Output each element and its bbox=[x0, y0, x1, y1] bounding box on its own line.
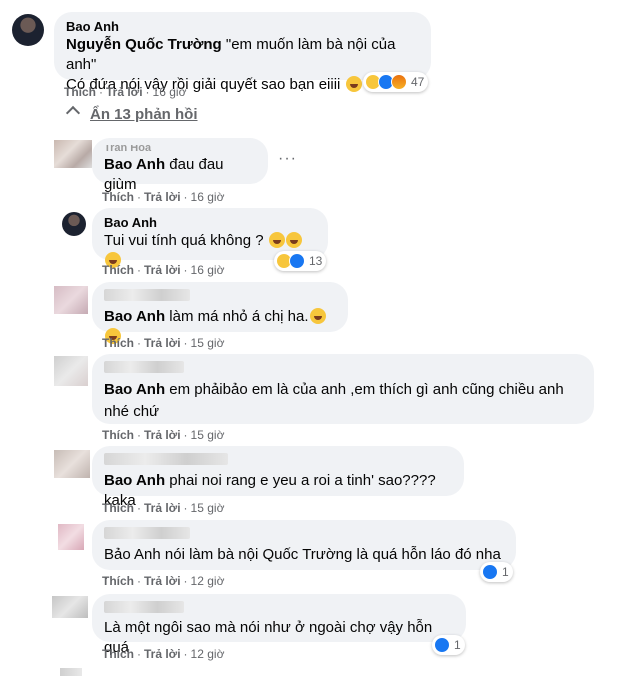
comment-actions: Thích · Trả lời · 15 giờ bbox=[102, 428, 225, 442]
chevron-up-icon bbox=[65, 105, 81, 121]
reaction-summary[interactable]: 13 bbox=[274, 251, 327, 271]
reply-button[interactable]: Trả lời bbox=[144, 336, 181, 350]
comment-bubble: Trần Hoà Bao Anh đau đau giùm bbox=[92, 138, 268, 193]
comment-author[interactable] bbox=[104, 527, 190, 539]
mention-link[interactable]: Bao Anh bbox=[104, 472, 165, 489]
comment-actions: Thích · Trả lời · 16 giờ bbox=[102, 190, 225, 204]
avatar[interactable] bbox=[54, 286, 88, 314]
reaction-summary[interactable]: 1 bbox=[480, 562, 513, 582]
grin-emoji-icon bbox=[268, 232, 285, 248]
rofl-emoji-icon bbox=[345, 76, 362, 92]
comment-actions: Thích · Trả lời · 12 giờ bbox=[102, 647, 225, 661]
comment-author[interactable] bbox=[104, 361, 184, 373]
reply-button[interactable]: Trả lời bbox=[144, 647, 181, 661]
comment-bubble: Bảo Anh nói làm bà nội Quốc Trường là qu… bbox=[92, 520, 516, 583]
reply-button[interactable]: Trả lời bbox=[144, 263, 181, 277]
timestamp[interactable]: 15 giờ bbox=[191, 501, 225, 515]
like-button[interactable]: Thích bbox=[102, 574, 134, 588]
comment-text: Bao Anh em phảibảo em là của anh ,em thí… bbox=[104, 381, 564, 420]
reaction-count: 13 bbox=[309, 254, 323, 268]
comment-actions: Thích · Trả lời · 12 giờ bbox=[102, 574, 225, 588]
reaction-summary[interactable]: 47 bbox=[363, 72, 429, 92]
hide-replies-button[interactable]: Ẩn 13 phản hồi bbox=[65, 105, 198, 123]
mention-link[interactable]: Bao Anh bbox=[104, 156, 165, 173]
avatar[interactable] bbox=[52, 596, 88, 618]
like-button[interactable]: Thích bbox=[102, 428, 134, 442]
reply-button[interactable]: Trả lời bbox=[106, 85, 143, 99]
comment-bubble: Là một ngôi sao mà nói như ở ngoài chợ v… bbox=[92, 594, 466, 656]
grin-emoji-icon bbox=[309, 308, 326, 324]
comment-author[interactable]: Bao Anh bbox=[104, 215, 316, 231]
timestamp[interactable]: 16 giờ bbox=[191, 190, 225, 204]
comment-author[interactable] bbox=[104, 453, 228, 465]
avatar[interactable] bbox=[62, 212, 86, 236]
like-button[interactable]: Thích bbox=[102, 336, 134, 350]
timestamp[interactable]: 16 giờ bbox=[153, 85, 187, 99]
comment-author[interactable]: Bao Anh bbox=[66, 19, 419, 35]
like-reaction-icon bbox=[434, 637, 450, 653]
like-button[interactable]: Thích bbox=[102, 263, 134, 277]
like-reaction-icon bbox=[482, 564, 498, 580]
timestamp[interactable]: 16 giờ bbox=[191, 263, 225, 277]
like-button[interactable]: Thích bbox=[64, 85, 96, 99]
comment-actions: Thích · Trả lời · 15 giờ bbox=[102, 336, 225, 350]
reply-button[interactable]: Trả lời bbox=[144, 428, 181, 442]
comment-bubble: Bao Anh phai noi rang e yeu a roi a tinh… bbox=[92, 446, 464, 509]
timestamp[interactable]: 15 giờ bbox=[191, 428, 225, 442]
reaction-count: 1 bbox=[502, 565, 509, 579]
avatar[interactable] bbox=[54, 450, 90, 478]
like-button[interactable]: Thích bbox=[102, 647, 134, 661]
comment-text-line1: Nguyễn Quốc Trường "em muốn làm bà nội c… bbox=[66, 36, 396, 73]
avatar[interactable] bbox=[12, 14, 44, 46]
reaction-summary[interactable]: 1 bbox=[432, 635, 465, 655]
more-options-icon[interactable]: ··· bbox=[278, 150, 297, 168]
comment-bubble: Bao Anh em phảibảo em là của anh ,em thí… bbox=[92, 354, 594, 424]
mention-link[interactable]: Bao Anh bbox=[104, 381, 165, 398]
like-button[interactable]: Thích bbox=[102, 501, 134, 515]
comment-actions: Thích · Trả lời · 15 giờ bbox=[102, 501, 225, 515]
reply-button[interactable]: Trả lời bbox=[144, 574, 181, 588]
avatar[interactable] bbox=[54, 140, 92, 168]
timestamp[interactable]: 12 giờ bbox=[191, 647, 225, 661]
angry-reaction-icon bbox=[391, 74, 407, 90]
timestamp[interactable]: 15 giờ bbox=[191, 336, 225, 350]
reaction-count: 1 bbox=[454, 638, 461, 652]
comment-author[interactable] bbox=[104, 601, 184, 613]
comment-bubble: Bao Anh Nguyễn Quốc Trường "em muốn làm … bbox=[54, 12, 431, 93]
reaction-count: 47 bbox=[411, 75, 425, 89]
mention-link[interactable]: Bao Anh bbox=[104, 308, 165, 325]
avatar[interactable] bbox=[60, 668, 82, 676]
comment-actions: Thích · Trả lời · 16 giờ bbox=[102, 263, 225, 277]
reply-button[interactable]: Trả lời bbox=[144, 501, 181, 515]
avatar[interactable] bbox=[58, 524, 84, 550]
like-button[interactable]: Thích bbox=[102, 190, 134, 204]
reply-button[interactable]: Trả lời bbox=[144, 190, 181, 204]
like-reaction-icon bbox=[289, 253, 305, 269]
avatar[interactable] bbox=[54, 356, 88, 386]
timestamp[interactable]: 12 giờ bbox=[191, 574, 225, 588]
comment-author[interactable] bbox=[104, 289, 190, 301]
comment-bubble: Bao Anh làm má nhỏ á chị ha. bbox=[92, 282, 348, 344]
comment-actions: Thích · Trả lời · 16 giờ bbox=[64, 85, 187, 99]
grin-emoji-icon bbox=[285, 232, 302, 248]
comment-author[interactable]: Trần Hoà bbox=[104, 145, 256, 151]
mention-link[interactable]: Nguyễn Quốc Trường bbox=[66, 36, 222, 53]
